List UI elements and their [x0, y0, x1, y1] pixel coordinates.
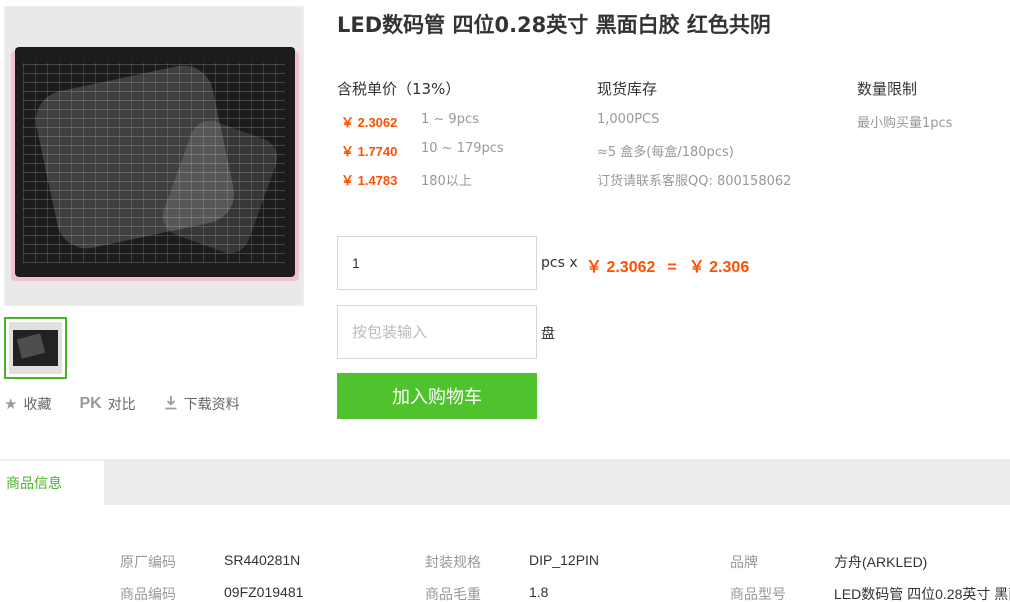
star-icon: ★ — [4, 395, 18, 413]
compare-label: 对比 — [107, 397, 136, 413]
stock-quantity: 1,000PCS — [597, 112, 660, 127]
favorite-label: 收藏 — [23, 397, 52, 413]
stock-contact: 订货请联系客服QQ: 800158062 — [597, 174, 792, 189]
spec-value: SR440281N — [224, 552, 301, 568]
quantity-unit: pcs x — [541, 255, 578, 271]
price-calculation: ￥ 2.3062 = ￥ 2.306 — [586, 253, 749, 277]
min-purchase: 最小购买量1pcs — [857, 116, 953, 131]
spec-label: 商品型号 — [730, 587, 786, 602]
favorite-button[interactable]: ★ 收藏 — [4, 394, 51, 414]
tab-bar — [0, 459, 1010, 505]
price-header: 含税单价（13%） — [337, 80, 461, 98]
spec-label: 品牌 — [730, 555, 758, 571]
stock-header: 现货库存 — [597, 80, 658, 98]
pk-icon: PK — [79, 395, 102, 412]
product-actions: ★ 收藏 PK 对比 下载资料 — [4, 394, 268, 414]
tier-range: 1 ~ 9pcs — [421, 112, 479, 127]
limit-header: 数量限制 — [857, 80, 918, 98]
stock-boxes: ≈5 盒多(每盒/180pcs) — [597, 145, 734, 160]
product-main-image[interactable] — [4, 6, 304, 306]
spec-value: DIP_12PIN — [529, 552, 600, 568]
thumbnail-image — [9, 322, 62, 374]
quantity-input[interactable] — [337, 236, 537, 290]
download-label: 下载资料 — [183, 397, 240, 413]
spec-value: 09FZ019481 — [224, 584, 304, 600]
compare-button[interactable]: PK 对比 — [79, 394, 135, 414]
tier-price: ￥ 1.7740 — [341, 144, 398, 159]
spec-value: 1.8 — [529, 584, 549, 600]
download-icon — [164, 395, 178, 414]
spec-value: 方舟(ARKLED) — [834, 554, 928, 570]
equals-sign: = — [667, 259, 677, 276]
spec-value: LED数码管 四位0.28英寸 黑面白胶 红色共阴 — [834, 586, 1010, 602]
spec-label: 商品毛重 — [425, 587, 481, 602]
package-unit: 盘 — [541, 326, 555, 342]
tier-range: 180以上 — [421, 174, 472, 189]
tier-price: ￥ 2.3062 — [341, 115, 398, 130]
product-title: LED数码管 四位0.28英寸 黑面白胶 红色共阴 — [337, 13, 771, 37]
tier-range: 10 ~ 179pcs — [421, 141, 504, 156]
package-input[interactable] — [337, 305, 537, 359]
tier-price: ￥ 1.4783 — [341, 173, 398, 188]
download-button[interactable]: 下载资料 — [164, 394, 240, 414]
spec-label: 原厂编码 — [120, 555, 176, 571]
total-price: ￥ 2.306 — [688, 259, 750, 276]
spec-label: 商品编码 — [120, 587, 176, 602]
add-to-cart-button[interactable]: 加入购物车 — [337, 373, 537, 419]
spec-label: 封装规格 — [425, 555, 481, 571]
unit-price: ￥ 2.3062 — [586, 259, 656, 276]
thumbnail-1[interactable] — [4, 317, 67, 379]
tab-product-info[interactable]: 商品信息 — [0, 459, 104, 505]
